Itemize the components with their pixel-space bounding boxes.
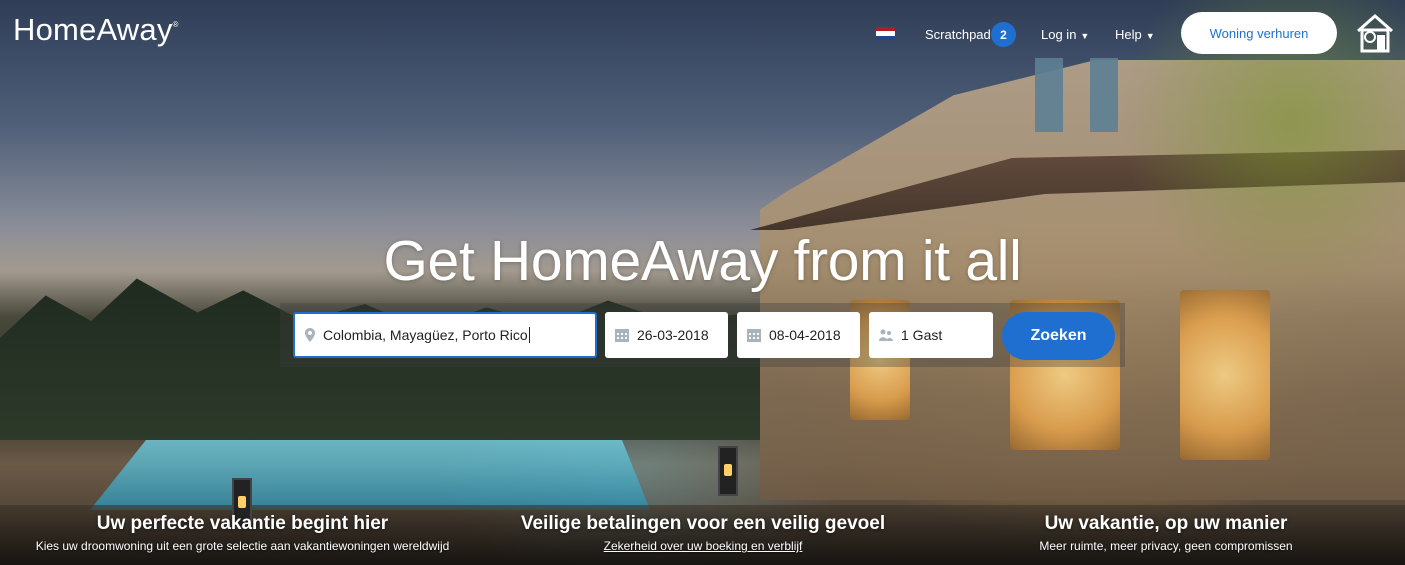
scratchpad-link[interactable]: Scratchpad bbox=[925, 27, 991, 42]
checkin-date-input[interactable]: 26-03-2018 bbox=[605, 312, 728, 358]
value-prop-payments: Veilige betalingen voor een veilig gevoe… bbox=[470, 513, 936, 553]
list-property-button[interactable]: Woning verhuren bbox=[1181, 12, 1337, 54]
people-icon bbox=[879, 329, 893, 341]
guests-value: 1 Gast bbox=[901, 327, 943, 343]
language-flag-icon[interactable] bbox=[876, 27, 895, 40]
value-prop-your-way: Uw vakantie, op uw manier Meer ruimte, m… bbox=[980, 513, 1352, 553]
window-shutter bbox=[1090, 58, 1118, 132]
house-icon[interactable] bbox=[1354, 13, 1396, 53]
caret-down-icon: ▼ bbox=[1145, 31, 1155, 41]
value-prop-vacation: Uw perfecte vakantie begint hier Kies uw… bbox=[0, 513, 485, 553]
value-prop-title: Uw perfecte vakantie begint hier bbox=[96, 513, 389, 534]
checkout-date-input[interactable]: 08-04-2018 bbox=[737, 312, 860, 358]
lit-window bbox=[1180, 290, 1270, 460]
help-label: Help bbox=[1115, 27, 1142, 42]
background-pool bbox=[90, 440, 650, 510]
value-prop-subtitle: Kies uw droomwoning uit een grote select… bbox=[35, 539, 450, 553]
hero-headline: Get HomeAway from it all bbox=[383, 229, 1022, 293]
search-button[interactable]: Zoeken bbox=[1002, 312, 1115, 360]
map-pin-icon bbox=[305, 328, 315, 342]
logo-text: HomeAway bbox=[13, 12, 173, 47]
login-label: Log in bbox=[1041, 27, 1077, 42]
calendar-icon bbox=[747, 328, 761, 342]
login-menu[interactable]: Log in ▼ bbox=[1041, 27, 1089, 42]
window-shutter bbox=[1035, 58, 1063, 132]
caret-down-icon: ▼ bbox=[1080, 31, 1090, 41]
guests-select[interactable]: 1 Gast bbox=[869, 312, 993, 358]
homeaway-logo[interactable]: HomeAway® bbox=[13, 12, 179, 48]
checkout-value: 08-04-2018 bbox=[769, 327, 841, 343]
checkin-value: 26-03-2018 bbox=[637, 327, 709, 343]
lantern bbox=[718, 446, 738, 496]
scratchpad-count-badge[interactable]: 2 bbox=[991, 22, 1016, 47]
booking-security-link[interactable]: Zekerheid over uw boeking en verblijf bbox=[470, 539, 936, 553]
value-prop-title: Veilige betalingen voor een veilig gevoe… bbox=[520, 513, 886, 534]
help-menu[interactable]: Help ▼ bbox=[1115, 27, 1155, 42]
hero-background: HomeAway® Scratchpad 2 Log in ▼ Help ▼ Won… bbox=[0, 0, 1405, 565]
destination-value: Colombia, Mayagüez, Porto Rico bbox=[323, 327, 530, 343]
value-prop-subtitle: Meer ruimte, meer privacy, geen compromi… bbox=[1039, 539, 1293, 553]
value-prop-title: Uw vakantie, op uw manier bbox=[1044, 513, 1288, 534]
registered-mark: ® bbox=[172, 20, 179, 29]
calendar-icon bbox=[615, 328, 629, 342]
destination-input[interactable]: Colombia, Mayagüez, Porto Rico bbox=[293, 312, 597, 358]
